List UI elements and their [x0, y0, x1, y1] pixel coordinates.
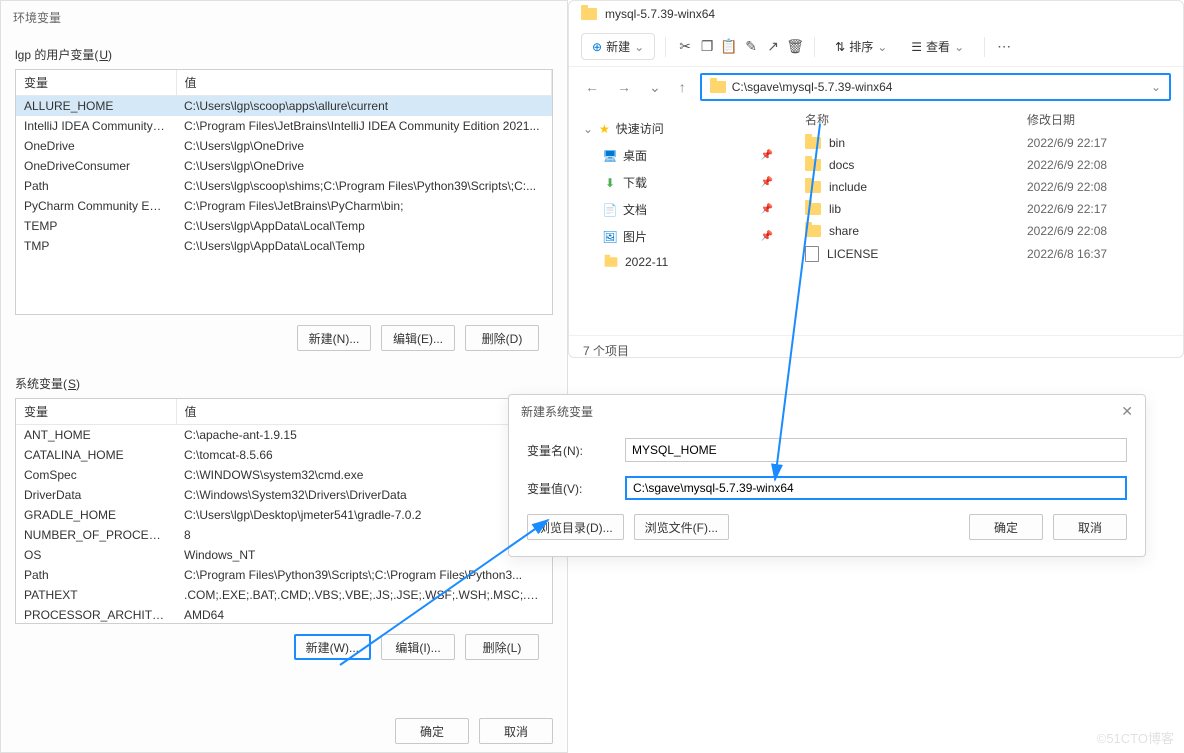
table-row[interactable]: PathC:\Program Files\Python39\Scripts\;C…	[16, 565, 552, 585]
tree-pictures[interactable]: 🖼图片📌	[573, 223, 783, 250]
sys-vars-label: 系统变量(S)	[15, 375, 553, 392]
col-var[interactable]: 变量	[16, 399, 176, 425]
forward-icon[interactable]: →	[613, 77, 635, 97]
var-name-input[interactable]	[625, 438, 1127, 462]
pin-icon: 📌	[761, 204, 773, 215]
folder-icon	[805, 203, 821, 215]
var-value-input[interactable]	[625, 476, 1127, 500]
table-row[interactable]: OneDriveC:\Users\lgp\OneDrive	[16, 136, 552, 156]
table-row[interactable]: CATALINA_HOMEC:\tomcat-8.5.66	[16, 445, 552, 465]
tree-desktop[interactable]: 🖥桌面📌	[573, 142, 783, 169]
col-name[interactable]: 名称	[787, 111, 1027, 128]
close-icon[interactable]: ✕	[1121, 403, 1133, 420]
tree-documents[interactable]: 📄文档📌	[573, 196, 783, 223]
col-var[interactable]: 变量	[16, 70, 176, 96]
browse-file-button[interactable]: 浏览文件(F)...	[634, 514, 729, 540]
dialog-title: 新建系统变量	[521, 403, 593, 420]
sys-edit-button[interactable]: 编辑(I)...	[381, 634, 455, 660]
table-row[interactable]: ComSpecC:\WINDOWS\system32\cmd.exe	[16, 465, 552, 485]
table-row[interactable]: IntelliJ IDEA Community E...C:\Program F…	[16, 116, 552, 136]
file-row[interactable]: share2022/6/9 22:08	[787, 220, 1183, 242]
more-icon[interactable]: ⋯	[995, 38, 1013, 56]
ok-button[interactable]: 确定	[969, 514, 1043, 540]
tree-downloads[interactable]: ⬇下载📌	[573, 169, 783, 196]
file-row[interactable]: lib2022/6/9 22:17	[787, 198, 1183, 220]
pin-icon: 📌	[761, 150, 773, 161]
table-row[interactable]: ALLURE_HOMEC:\Users\lgp\scoop\apps\allur…	[16, 96, 552, 117]
sys-new-button[interactable]: 新建(W)...	[294, 634, 371, 660]
new-button[interactable]: ⊕新建⌄	[581, 33, 655, 60]
table-row[interactable]: OSWindows_NT	[16, 545, 552, 565]
delete-icon[interactable]: 🗑	[786, 38, 804, 56]
pin-icon: 📌	[761, 231, 773, 242]
table-row[interactable]: NUMBER_OF_PROCESSORS8	[16, 525, 552, 545]
user-edit-button[interactable]: 编辑(E)...	[381, 325, 455, 351]
dialog-title: 环境变量	[1, 1, 567, 34]
folder-icon	[710, 81, 726, 93]
file-icon	[805, 246, 819, 262]
tree-folder[interactable]: 2022-11	[573, 250, 783, 274]
col-val[interactable]: 值	[176, 399, 552, 425]
cut-icon[interactable]: ✂	[676, 38, 694, 56]
file-row[interactable]: include2022/6/9 22:08	[787, 176, 1183, 198]
user-vars-table[interactable]: 变量 值 ALLURE_HOMEC:\Users\lgp\scoop\apps\…	[16, 70, 552, 256]
env-vars-dialog: 环境变量 lgp 的用户变量(U) 变量 值 ALLURE_HOMEC:\Use…	[0, 0, 568, 753]
window-title: mysql-5.7.39-winx64	[605, 7, 715, 21]
file-row[interactable]: LICENSE2022/6/8 16:37	[787, 242, 1183, 266]
var-name-label: 变量名(N):	[527, 442, 607, 459]
view-button[interactable]: ☰查看⌄	[901, 34, 974, 59]
explorer-window: mysql-5.7.39-winx64 ⊕新建⌄ ✂ ❐ 📋 ✎ ↗ 🗑 ⇅排序…	[568, 0, 1184, 358]
copy-icon[interactable]: ❐	[698, 38, 716, 56]
cancel-button[interactable]: 取消	[1053, 514, 1127, 540]
file-list: 名称 修改日期 bin2022/6/9 22:17docs2022/6/9 22…	[787, 107, 1183, 335]
chevron-down-icon[interactable]: ⌄	[645, 77, 665, 98]
address-bar[interactable]: C:\sgave\mysql-5.7.39-winx64 ⌄	[700, 73, 1171, 101]
file-row[interactable]: docs2022/6/9 22:08	[787, 154, 1183, 176]
rename-icon[interactable]: ✎	[742, 38, 760, 56]
new-system-var-dialog: 新建系统变量 ✕ 变量名(N): 变量值(V): 浏览目录(D)... 浏览文件…	[508, 394, 1146, 557]
folder-icon	[805, 181, 821, 193]
user-new-button[interactable]: 新建(N)...	[297, 325, 371, 351]
ok-button[interactable]: 确定	[395, 718, 469, 744]
table-row[interactable]: ANT_HOMEC:\apache-ant-1.9.15	[16, 425, 552, 446]
tree-quick-access[interactable]: ⌄★快速访问	[573, 115, 783, 142]
pin-icon: 📌	[761, 177, 773, 188]
col-date[interactable]: 修改日期	[1027, 111, 1183, 128]
address-text: C:\sgave\mysql-5.7.39-winx64	[732, 80, 1151, 94]
folder-icon	[805, 225, 821, 237]
sys-vars-table[interactable]: 变量 值 ANT_HOMEC:\apache-ant-1.9.15CATALIN…	[16, 399, 552, 624]
status-bar: 7 个项目	[569, 335, 1183, 358]
file-row[interactable]: bin2022/6/9 22:17	[787, 132, 1183, 154]
up-icon[interactable]: ↑	[675, 77, 690, 97]
folder-icon	[805, 159, 821, 171]
table-row[interactable]: OneDriveConsumerC:\Users\lgp\OneDrive	[16, 156, 552, 176]
table-row[interactable]: PATHEXT.COM;.EXE;.BAT;.CMD;.VBS;.VBE;.JS…	[16, 585, 552, 605]
folder-icon	[805, 137, 821, 149]
back-icon[interactable]: ←	[581, 77, 603, 97]
table-row[interactable]: PathC:\Users\lgp\scoop\shims;C:\Program …	[16, 176, 552, 196]
cancel-button[interactable]: 取消	[479, 718, 553, 744]
table-row[interactable]: PROCESSOR_ARCHITECT...AMD64	[16, 605, 552, 624]
col-val[interactable]: 值	[176, 70, 552, 96]
table-row[interactable]: TEMPC:\Users\lgp\AppData\Local\Temp	[16, 216, 552, 236]
paste-icon[interactable]: 📋	[720, 38, 738, 56]
table-row[interactable]: PyCharm Community Editi...C:\Program Fil…	[16, 196, 552, 216]
table-row[interactable]: GRADLE_HOMEC:\Users\lgp\Desktop\jmeter54…	[16, 505, 552, 525]
sys-delete-button[interactable]: 删除(L)	[465, 634, 539, 660]
share-icon[interactable]: ↗	[764, 38, 782, 56]
table-row[interactable]: TMPC:\Users\lgp\AppData\Local\Temp	[16, 236, 552, 256]
sort-button[interactable]: ⇅排序⌄	[825, 34, 897, 59]
var-value-label: 变量值(V):	[527, 480, 607, 497]
chevron-down-icon[interactable]: ⌄	[1151, 80, 1161, 94]
user-vars-label: lgp 的用户变量(U)	[15, 46, 553, 63]
browse-dir-button[interactable]: 浏览目录(D)...	[527, 514, 624, 540]
nav-tree: ⌄★快速访问 🖥桌面📌 ⬇下载📌 📄文档📌 🖼图片📌 2022-11	[569, 107, 787, 335]
table-row[interactable]: DriverDataC:\Windows\System32\Drivers\Dr…	[16, 485, 552, 505]
user-delete-button[interactable]: 删除(D)	[465, 325, 539, 351]
watermark: ©51CTO博客	[1097, 728, 1174, 747]
folder-icon	[581, 8, 597, 20]
